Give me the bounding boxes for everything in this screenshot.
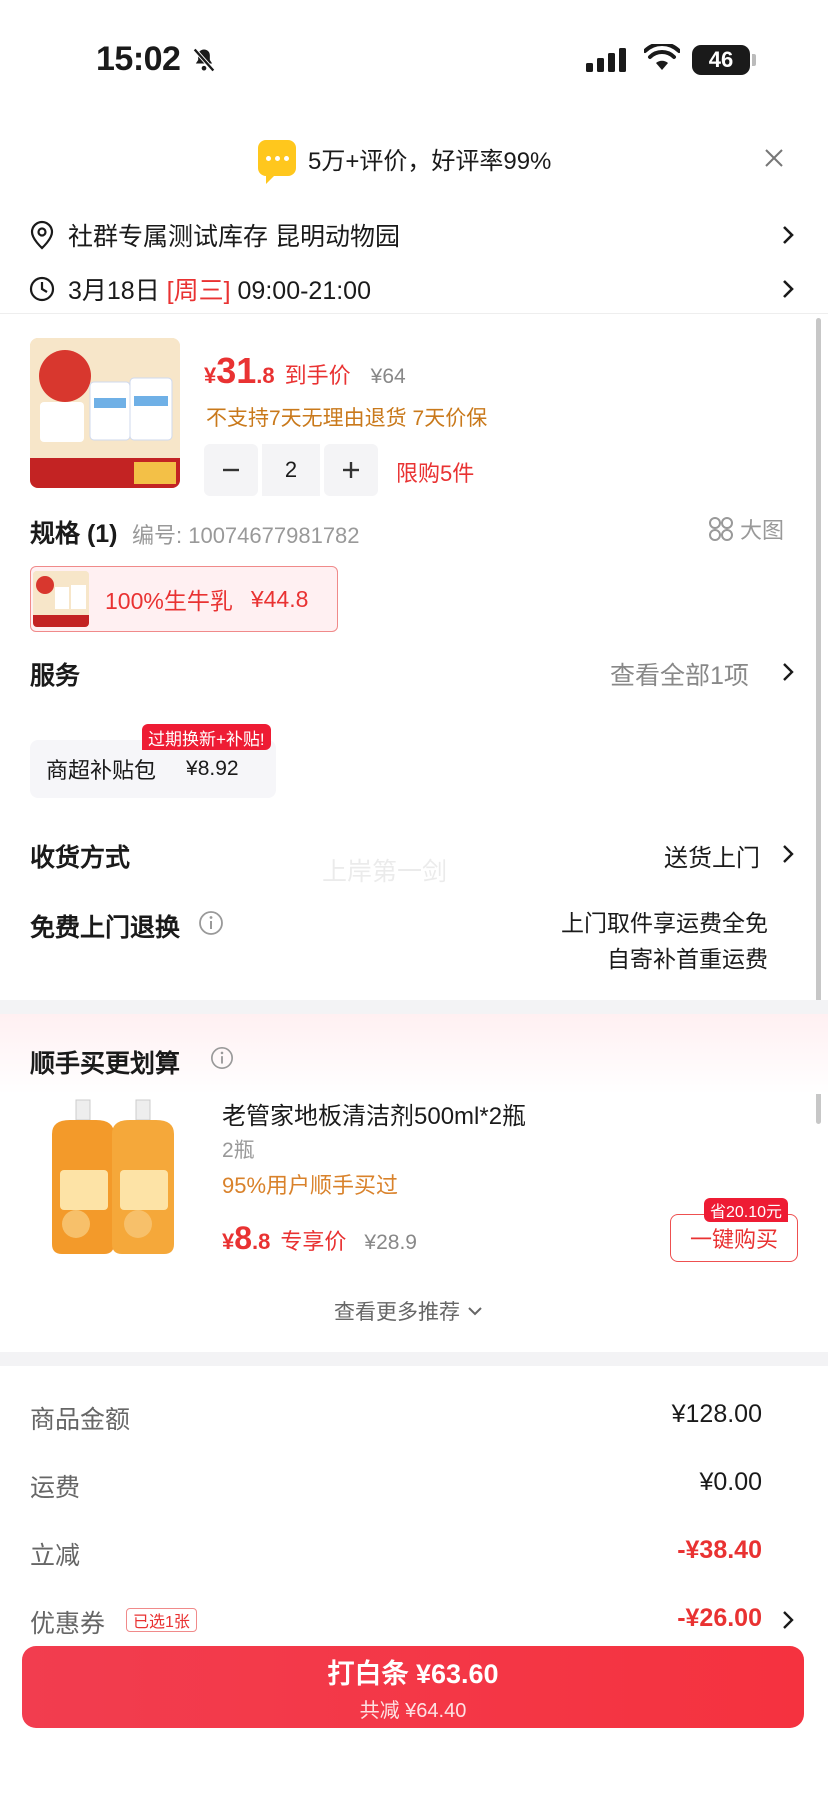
status-time: 15:02: [96, 40, 181, 78]
more-recommendations-label: 查看更多推荐: [334, 1301, 460, 1324]
delivery-range: 09:00-21:00: [237, 277, 371, 305]
chevron-right-icon[interactable]: [778, 662, 798, 682]
info-icon[interactable]: [210, 1046, 234, 1070]
free-return-line2: 自寄补首重运费: [607, 946, 768, 972]
delivery-date: 3月18日: [68, 277, 160, 305]
pay-button[interactable]: 打白条 ¥63.60 共减 ¥64.40: [22, 1646, 804, 1728]
recommend-price-label: 专享价: [280, 1229, 347, 1254]
spec-option-label: 100%生牛乳: [105, 588, 233, 614]
milk-box-thumbnail: [33, 571, 89, 627]
divider: [0, 313, 828, 314]
coupon-label: 优惠券: [30, 1610, 106, 1638]
delivery-time-text: 3月18日 [周三] 09:00-21:00: [68, 271, 371, 307]
decrease-button[interactable]: [204, 444, 258, 496]
price-label: 到手价: [284, 363, 351, 388]
location-pin-icon: [30, 220, 54, 250]
recommend-buyers-rate: 95%用户顺手买过: [222, 1173, 399, 1198]
close-icon[interactable]: [758, 142, 790, 174]
spec-title: 规格 (1): [30, 520, 118, 548]
price-decimal: .8: [256, 363, 275, 388]
free-return-line1: 上门取件享运费全免: [561, 910, 768, 936]
service-view-all[interactable]: 查看全部1项: [610, 656, 749, 692]
more-recommendations-link[interactable]: 查看更多推荐: [334, 1296, 484, 1326]
cleaner-bottles-graphic: [52, 1099, 174, 1254]
milk-box-graphic: [30, 338, 180, 488]
shipping-label: 运费: [30, 1474, 81, 1502]
clock-icon: [29, 276, 55, 302]
grid-icon: [709, 517, 733, 541]
address-row[interactable]: 社群专属测试库存 昆明动物园: [28, 218, 798, 252]
coupon-selected-tag: 已选1张: [126, 1608, 197, 1632]
savings-tag: 省20.10元: [704, 1198, 789, 1222]
goods-amount-value: ¥128.00: [671, 1400, 762, 1428]
pay-button-sub: 共减 ¥64.40: [359, 1699, 467, 1722]
service-title: 服务: [30, 662, 81, 690]
big-picture-label: 大图: [740, 518, 785, 543]
price-integer: 31: [216, 350, 257, 391]
delivery-time-row[interactable]: 3月18日 [周三] 09:00-21:00: [28, 272, 798, 306]
product-image[interactable]: [30, 338, 180, 488]
free-return-title: 免费上门退换: [30, 914, 181, 942]
service-promo-tag: 过期换新+补贴!: [142, 724, 271, 750]
review-text: 5万+评价，好评率99%: [308, 147, 552, 175]
minus-icon: [223, 468, 239, 472]
goods-amount-label: 商品金额: [30, 1406, 131, 1434]
watermark: 上岸第一剑: [322, 858, 448, 886]
plus-icon: [343, 462, 359, 478]
review-banner[interactable]: 5万+评价，好评率99%: [258, 138, 552, 184]
delivery-weekday: [周三]: [166, 277, 231, 305]
price-line: ¥ 31 .8 到手价 ¥64: [204, 350, 406, 398]
recommend-price-decimal: .8: [252, 1229, 271, 1254]
shipping-value: ¥0.00: [699, 1468, 762, 1496]
spec-option-price: ¥44.8: [250, 585, 309, 612]
service-card-name: 商超补贴包: [46, 758, 157, 783]
big-picture-button[interactable]: 大图: [708, 514, 784, 544]
pay-button-main: 打白条 ¥63.60: [327, 1658, 499, 1689]
bell-muted-icon: [193, 48, 215, 72]
delivery-method-value[interactable]: 送货上门: [664, 838, 760, 873]
service-card-price: ¥8.92: [186, 757, 239, 780]
wifi-icon: [644, 44, 680, 70]
delivery-method-title: 收货方式: [30, 844, 131, 872]
chevron-right-icon[interactable]: [778, 844, 798, 864]
quantity-stepper[interactable]: 2: [204, 444, 378, 496]
chevron-right-icon[interactable]: [778, 1610, 798, 1630]
original-price: ¥64: [370, 365, 406, 388]
battery-tip: [752, 54, 756, 66]
info-icon[interactable]: [198, 910, 224, 936]
section-gap: [0, 1352, 828, 1366]
address-text: 社群专属测试库存 昆明动物园: [68, 223, 400, 251]
return-policy: 不支持7天无理由退货 7天价保: [206, 407, 488, 430]
purchase-limit: 限购5件: [396, 461, 475, 486]
chevron-down-icon: [468, 1307, 482, 1316]
signal-icon: [586, 48, 626, 72]
spec-thumbnail: [33, 571, 89, 627]
chevron-right-icon: [783, 226, 794, 244]
battery-indicator: 46: [692, 45, 750, 75]
chevron-right-icon: [783, 280, 794, 298]
spec-option-selected[interactable]: 100%生牛乳 ¥44.8: [30, 566, 338, 632]
recommend-product-image[interactable]: [30, 1094, 200, 1260]
quantity-value[interactable]: 2: [262, 444, 320, 496]
coupon-value[interactable]: -¥26.00: [560, 1604, 762, 1633]
discount-value: -¥38.40: [677, 1536, 762, 1564]
recommend-price-integer: 8: [234, 1220, 253, 1256]
increase-button[interactable]: [324, 444, 378, 496]
section-gap: [0, 1000, 828, 1014]
recommend-price-line: ¥ 8 .8 专享价 ¥28.9: [222, 1220, 417, 1257]
recommend-original-price: ¥28.9: [364, 1231, 417, 1254]
discount-label: 立减: [30, 1542, 81, 1570]
recommend-price-yen: ¥: [222, 1229, 235, 1254]
spec-code: 编号: 10074677981782: [132, 523, 360, 548]
recommend-product-qty: 2瓶: [222, 1139, 255, 1162]
recommend-title: 顺手买更划算: [30, 1050, 181, 1078]
price-yen: ¥: [204, 363, 217, 388]
recommend-product-name[interactable]: 老管家地板清洁剂500ml*2瓶: [222, 1096, 526, 1131]
chat-bubble-icon: [258, 140, 296, 184]
